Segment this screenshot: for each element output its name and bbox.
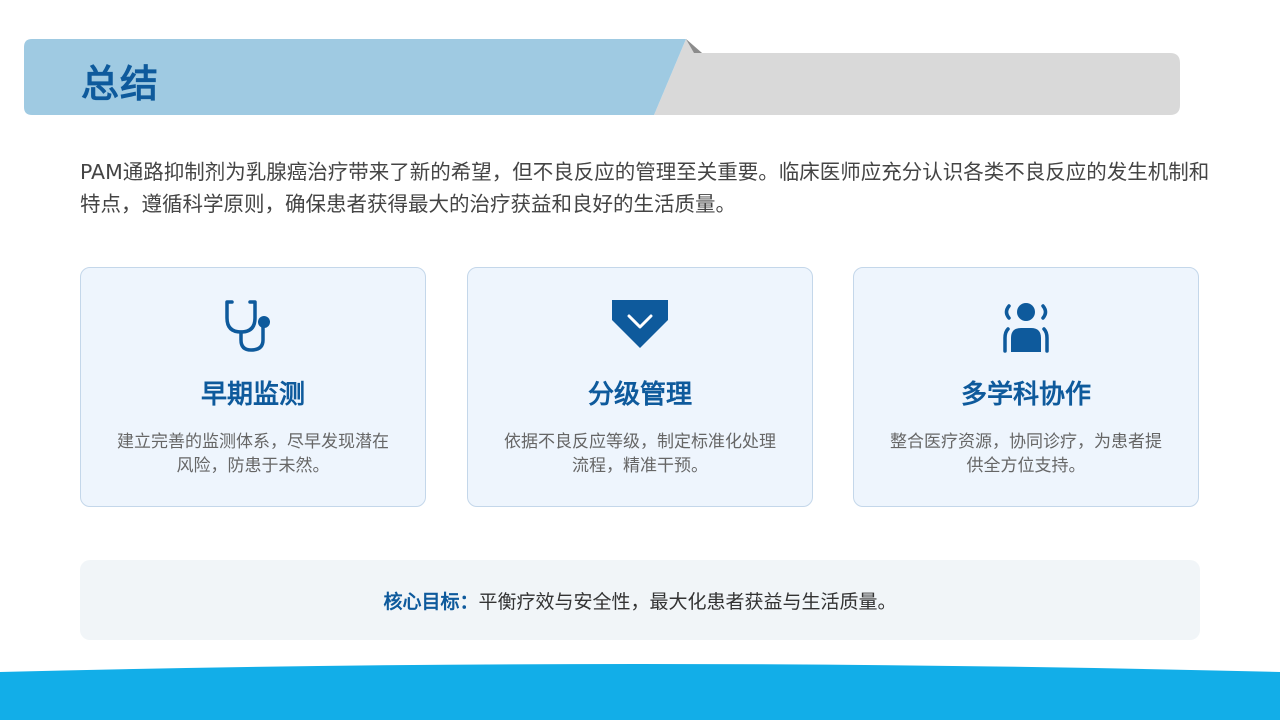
card-description: 依据不良反应等级，制定标准化处理流程，精准干预。 <box>504 432 776 476</box>
card-mdt-collaboration: 多学科协作 整合医疗资源，协同诊疗，为患者提供全方位支持。 <box>853 267 1199 507</box>
core-goal-box: 核心目标： 平衡疗效与安全性，最大化患者获益与生活质量。 <box>80 560 1200 640</box>
card-description: 整合医疗资源，协同诊疗，为患者提供全方位支持。 <box>890 432 1162 476</box>
card-graded-management: 分级管理 依据不良反应等级，制定标准化处理流程，精准干预。 <box>467 267 813 507</box>
card-title: 早期监测 <box>200 380 305 410</box>
card-title: 多学科协作 <box>960 380 1091 410</box>
page-title: 总结 <box>81 62 160 106</box>
bottom-wave <box>0 664 1280 720</box>
core-goal-text: 平衡疗效与安全性，最大化患者获益与生活质量。 <box>478 590 897 613</box>
card-early-monitoring: 早期监测 建立完善的监测体系，尽早发现潜在风险，防患于未然。 <box>80 267 426 507</box>
core-goal-label: 核心目标： <box>383 590 479 613</box>
stethoscope-icon <box>81 298 425 358</box>
team-user-icon <box>854 298 1198 358</box>
card-title: 分级管理 <box>587 380 692 410</box>
intro-paragraph: PAM通路抑制剂为乳腺癌治疗带来了新的希望，但不良反应的管理至关重要。临床医师应… <box>80 160 1210 216</box>
card-description: 建立完善的监测体系，尽早发现潜在风险，防患于未然。 <box>117 432 389 476</box>
diamond-check-icon <box>468 298 812 358</box>
title-banner <box>24 39 1180 115</box>
